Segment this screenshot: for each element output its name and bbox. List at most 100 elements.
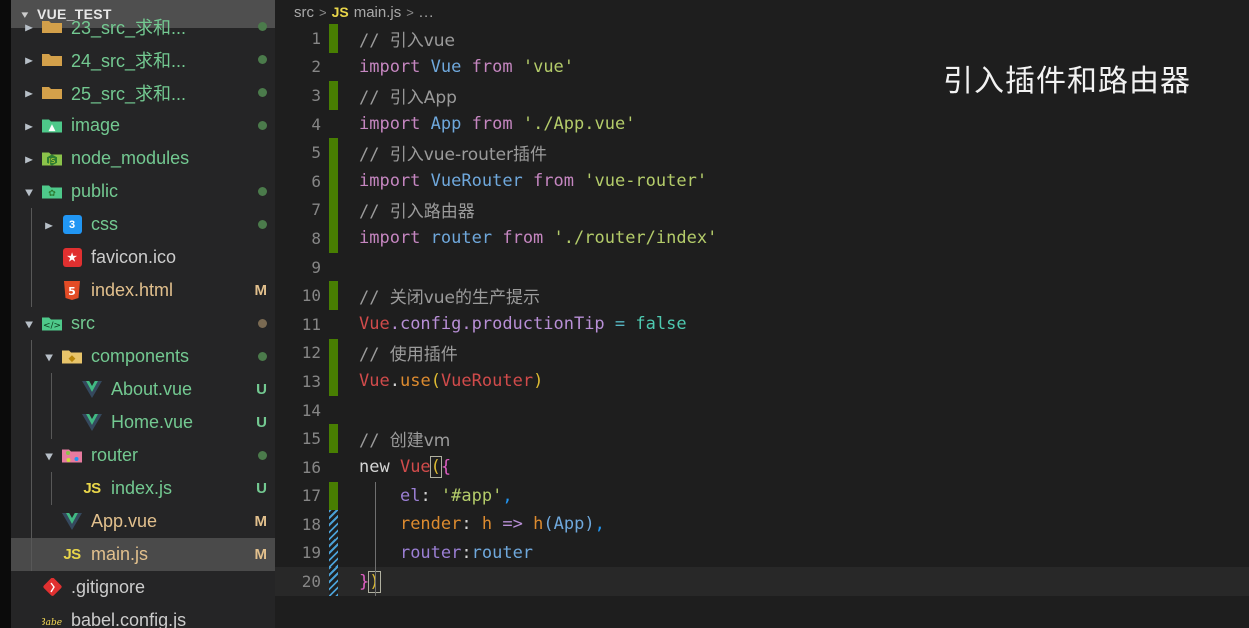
line-number: 8 — [311, 228, 321, 248]
line-content: // 使用插件 — [359, 345, 458, 366]
code-line-18[interactable]: 18 render: h => h(App), — [275, 510, 1249, 539]
svg-text:✿: ✿ — [48, 189, 56, 199]
git-gutter-marker — [329, 453, 338, 482]
code-line-9[interactable]: 9 — [275, 253, 1249, 282]
chevron-right-icon[interactable]: ▸ — [16, 117, 42, 133]
tree-item-index-html[interactable]: 5 index.html M — [11, 274, 275, 307]
tree-item-home-vue[interactable]: Home.vue U — [11, 406, 275, 439]
line-number: 5 — [311, 143, 321, 163]
line-number: 13 — [301, 371, 321, 391]
js-icon: JS — [63, 546, 81, 563]
git-gutter-marker — [329, 281, 338, 310]
chevron-right-icon[interactable]: ▸ — [16, 150, 42, 166]
code-line-7[interactable]: 7 // 引入路由器 — [275, 195, 1249, 225]
twisty-placeholder — [36, 513, 62, 529]
code-line-6[interactable]: 6 import VueRouter from 'vue-router' — [275, 166, 1249, 196]
git-status-badge: U — [256, 381, 267, 398]
code-line-15[interactable]: 15 // 创建vm — [275, 424, 1249, 453]
tree-item-app-vue[interactable]: App.vue M — [11, 505, 275, 538]
code-line-11[interactable]: 11 Vue.config.productionTip = false — [275, 310, 1249, 339]
chevron-right-icon[interactable]: ▸ — [36, 216, 62, 232]
line-content: }) — [338, 570, 381, 593]
tree-item-css[interactable]: ▸ 3 css — [11, 208, 275, 241]
code-line-14[interactable]: 14 — [275, 396, 1249, 425]
folder-status-dot — [258, 451, 267, 460]
chevron-right-icon[interactable]: ▸ — [16, 51, 42, 67]
line-content: // 引入路由器 — [359, 202, 475, 223]
breadcrumb-file[interactable]: main.js — [354, 4, 402, 21]
explorer-sidebar: ▾ VUE_TEST ▸ 23_src_求和... ▸ 24_src_求和... ▸ 25… — [11, 0, 275, 628]
line-content: import VueRouter from 'vue-router' — [359, 171, 708, 192]
folder-status-dot — [258, 220, 267, 229]
twisty-placeholder — [36, 546, 62, 562]
line-number: 19 — [301, 543, 321, 563]
chevron-down-icon[interactable]: ▾ — [16, 315, 42, 331]
code-line-20[interactable]: 20}) — [275, 567, 1249, 596]
tree-item-node-modules[interactable]: ▸ JS node_modules — [11, 142, 275, 175]
code-lines[interactable]: 1 // 引入vue 2 import Vue from 'vue' 3 // 引入App… — [275, 24, 1249, 596]
tree-item-src[interactable]: ▾ </> src — [11, 307, 275, 340]
tree-item-label: index.js — [111, 478, 173, 498]
tree-item-public[interactable]: ▾ ✿ public — [11, 175, 275, 208]
svg-text:◆: ◆ — [69, 354, 76, 364]
line-content — [338, 257, 369, 277]
line-number: 3 — [311, 85, 321, 105]
folder-status-dot — [258, 88, 267, 97]
line-content: import App from './App.vue' — [359, 114, 636, 135]
code-line-10[interactable]: 10 // 关闭vue的生产提示 — [275, 281, 1249, 310]
code-line-12[interactable]: 12 // 使用插件 — [275, 338, 1249, 368]
line-number: 18 — [301, 514, 321, 534]
file-tree[interactable]: ▸ 23_src_求和... ▸ 24_src_求和... ▸ 25_src_求和... ▸… — [11, 10, 275, 628]
twisty-placeholder — [16, 612, 42, 628]
tree-item-main-js[interactable]: JS main.js M — [11, 538, 275, 571]
tree-item--gitignore[interactable]: .gitignore — [11, 571, 275, 604]
vue-icon — [59, 513, 85, 530]
chevron-right-icon[interactable]: ▸ — [16, 84, 42, 100]
tree-item-babel-config-js[interactable]: Babel babel.config.js — [11, 604, 275, 628]
code-line-5[interactable]: 5 // 引入vue-router插件 — [275, 138, 1249, 167]
tree-item-25-src-[interactable]: ▸ 25_src_求和... — [11, 76, 275, 109]
git-gutter-marker — [329, 110, 338, 139]
breadcrumb-separator-icon: > — [319, 4, 327, 20]
tree-item-23-src-[interactable]: ▸ 23_src_求和... — [11, 10, 275, 43]
code-line-17[interactable]: 17 el: '#app', — [275, 481, 1249, 511]
code-line-1[interactable]: 1 // 引入vue — [275, 24, 1249, 53]
tree-item-image[interactable]: ▸ ▲ image — [11, 109, 275, 142]
code-line-8[interactable]: 8 import router from './router/index' — [275, 224, 1249, 253]
svg-text:Babel: Babel — [42, 618, 62, 628]
line-number: 10 — [301, 286, 321, 306]
code-line-19[interactable]: 19 router:router — [275, 538, 1249, 568]
breadcrumb-overflow[interactable]: ... — [419, 4, 435, 21]
chevron-down-icon[interactable]: ▾ — [16, 183, 42, 199]
code-line-16[interactable]: 16 new Vue({ — [275, 453, 1249, 482]
tree-item-about-vue[interactable]: About.vue U — [11, 373, 275, 406]
tree-item-router[interactable]: ▾ router — [11, 439, 275, 472]
line-content: Vue.use(VueRouter) — [359, 371, 544, 392]
chevron-down-icon[interactable]: ▾ — [36, 447, 62, 463]
line-number: 4 — [311, 114, 321, 134]
line-content: import Vue from 'vue' — [359, 56, 575, 77]
chevron-right-icon[interactable]: ▸ — [16, 18, 42, 34]
tree-item-label: 23_src_求和... — [71, 17, 187, 38]
git-status-badge: M — [254, 282, 268, 299]
tree-item-label: node_modules — [71, 148, 190, 168]
tree-item-24-src-[interactable]: ▸ 24_src_求和... — [11, 43, 275, 76]
git-gutter-marker — [329, 253, 338, 282]
line-number: 7 — [311, 200, 321, 220]
tree-item-favicon-ico[interactable]: ★ favicon.ico — [11, 241, 275, 274]
breadcrumb-root[interactable]: src — [294, 4, 314, 21]
tree-item-label: 24_src_求和... — [71, 50, 187, 71]
tree-item-index-js[interactable]: JS index.js U — [11, 472, 275, 505]
line-number: 20 — [301, 572, 321, 592]
git-gutter-marker — [329, 510, 338, 539]
line-number: 14 — [301, 400, 321, 420]
activity-bar[interactable] — [0, 0, 11, 628]
git-icon — [39, 578, 65, 597]
tree-item-components[interactable]: ▾ ◆ components — [11, 340, 275, 373]
chevron-down-icon[interactable]: ▾ — [36, 348, 62, 364]
breadcrumb[interactable]: src > JS main.js > ... — [275, 0, 1249, 24]
code-line-4[interactable]: 4 import App from './App.vue' — [275, 110, 1249, 139]
tree-item-label: App.vue — [91, 511, 158, 531]
folder-status-dot — [258, 352, 267, 361]
code-line-13[interactable]: 13 Vue.use(VueRouter) — [275, 367, 1249, 396]
